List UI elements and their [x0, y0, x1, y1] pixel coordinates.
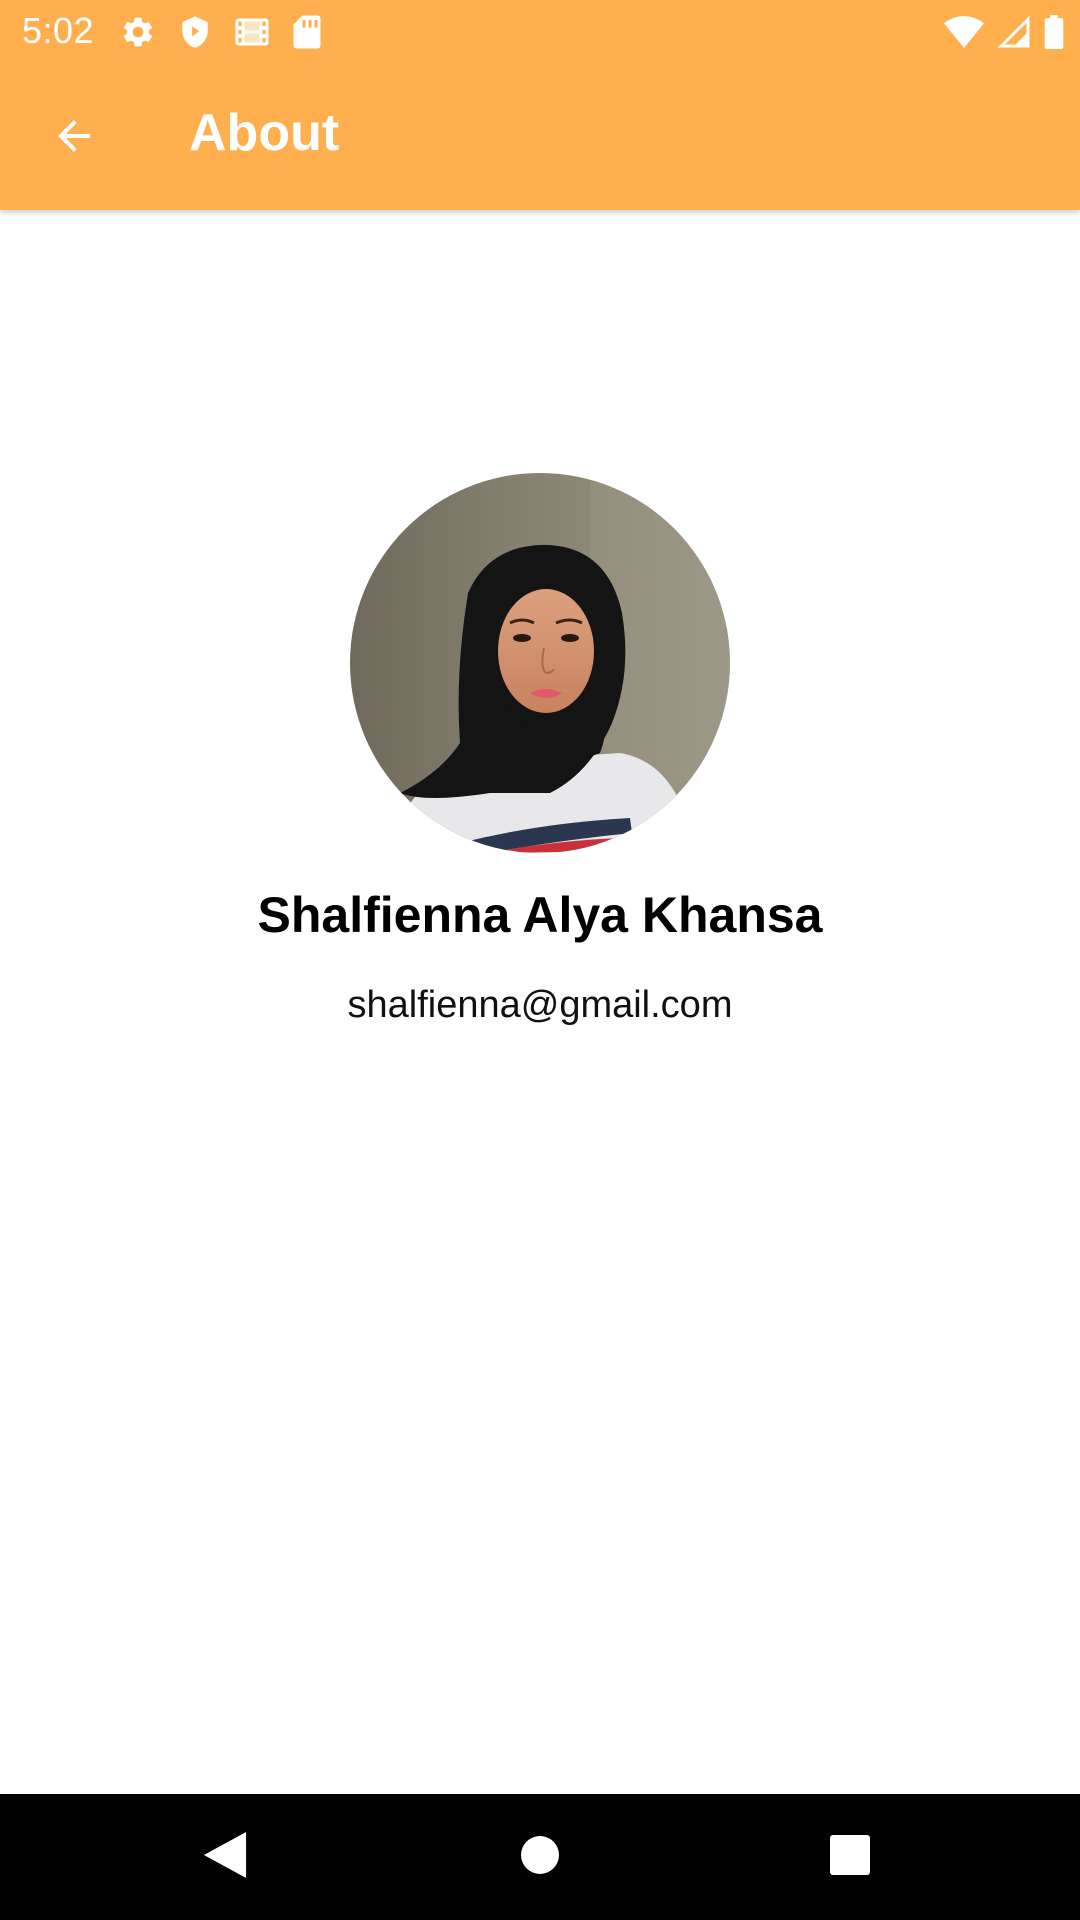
back-button[interactable] — [34, 98, 114, 178]
settings-icon — [120, 14, 156, 50]
nav-home-button[interactable] — [500, 1817, 580, 1897]
nav-home-icon — [520, 1835, 560, 1880]
app-bar: About — [0, 63, 1080, 210]
page-title: About — [189, 104, 340, 162]
status-right-icons — [944, 12, 1064, 52]
nav-back-icon — [203, 1831, 247, 1883]
shield-icon — [178, 14, 212, 50]
status-bar: 5:02 — [0, 0, 1080, 63]
status-left-icons — [120, 12, 322, 52]
profile-email: shalfienna@gmail.com — [347, 984, 733, 1026]
about-screen: 5:02 About Shalfienna Alya Khansa shalfi… — [0, 0, 1080, 1920]
avatar — [350, 473, 730, 853]
navigation-bar — [0, 1794, 1080, 1920]
film-icon — [234, 17, 270, 47]
nav-recents-button[interactable] — [810, 1817, 890, 1897]
cell-signal-icon — [998, 16, 1030, 48]
nav-recents-icon — [830, 1834, 870, 1880]
nav-back-button[interactable] — [185, 1817, 265, 1897]
profile-name: Shalfienna Alya Khansa — [257, 887, 823, 943]
battery-icon — [1044, 15, 1064, 49]
status-time: 5:02 — [22, 10, 95, 51]
sd-card-icon — [292, 14, 322, 50]
arrow-back-icon — [50, 112, 98, 165]
wifi-icon — [944, 16, 984, 48]
